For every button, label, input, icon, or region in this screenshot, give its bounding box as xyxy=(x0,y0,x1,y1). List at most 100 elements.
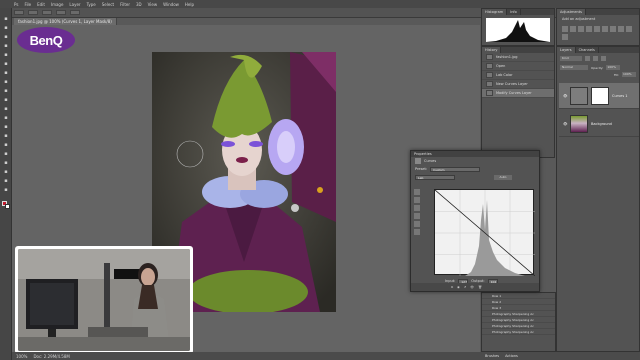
move-tool-icon[interactable]: ▪ xyxy=(3,16,9,22)
layer-row-background[interactable]: 👁 Background xyxy=(559,111,639,137)
hand-tool-icon[interactable]: ▪ xyxy=(3,178,9,184)
preset-dropdown[interactable]: Custom xyxy=(430,166,481,172)
layer-name[interactable]: Background xyxy=(591,122,612,126)
clone-stamp-tool-icon[interactable]: ▪ xyxy=(3,88,9,94)
history-brush-tool-icon[interactable]: ▪ xyxy=(3,97,9,103)
history-item[interactable]: Open xyxy=(482,62,554,71)
reset-icon[interactable]: ↺ xyxy=(464,285,467,289)
vibrance-icon[interactable] xyxy=(594,26,600,32)
clip-to-layer-icon[interactable]: ⧉ xyxy=(451,285,453,289)
pen-tool-icon[interactable]: ▪ xyxy=(3,142,9,148)
opacity-field[interactable] xyxy=(56,10,66,15)
menu-item-window[interactable]: Window xyxy=(163,2,179,7)
brush-size-picker[interactable] xyxy=(28,10,38,15)
lasso-tool-icon[interactable]: ▪ xyxy=(3,34,9,40)
history-item-selected[interactable]: Modify Curves Layer xyxy=(482,89,554,98)
action-row[interactable]: Photography Sharpening Ac xyxy=(482,329,555,335)
history-item[interactable]: Lab Color xyxy=(482,71,554,80)
type-tool-icon[interactable]: ▪ xyxy=(3,151,9,157)
brightness-icon[interactable] xyxy=(562,26,568,32)
gradient-tool-icon[interactable]: ▪ xyxy=(3,115,9,121)
quick-select-tool-icon[interactable]: ▪ xyxy=(3,43,9,49)
mode-dropdown[interactable] xyxy=(42,10,52,15)
menu-item-layer[interactable]: Layer xyxy=(69,2,80,7)
layer-name[interactable]: Curves 1 xyxy=(612,94,628,98)
tab-histogram[interactable]: Histogram xyxy=(482,9,508,15)
curve-point-icon[interactable] xyxy=(414,221,420,227)
channel-dropdown[interactable]: Lab xyxy=(415,174,455,180)
layer-row-curves[interactable]: 👁 Curves 1 xyxy=(559,83,639,109)
tab-channels[interactable]: Channels xyxy=(575,47,599,53)
target-adjust-icon[interactable] xyxy=(414,189,420,195)
dodge-tool-icon[interactable]: ▪ xyxy=(3,133,9,139)
menu-item-ps[interactable]: Ps xyxy=(14,2,18,7)
fill-row: Fill: 100% xyxy=(557,71,639,78)
filter-pixel-icon[interactable] xyxy=(585,56,590,61)
crop-tool-icon[interactable]: ▪ xyxy=(3,52,9,58)
blend-mode-dropdown[interactable]: Normal xyxy=(560,65,588,70)
view-previous-icon[interactable]: ◉ xyxy=(457,285,460,289)
pencil-icon[interactable] xyxy=(414,229,420,235)
tab-info[interactable]: Info xyxy=(507,9,521,15)
flow-field[interactable] xyxy=(70,10,80,15)
menu-item-help[interactable]: Help xyxy=(185,2,194,7)
tab-history[interactable]: History xyxy=(482,47,502,53)
menu-item-edit[interactable]: Edit xyxy=(37,2,45,7)
document-tab[interactable]: fashion1.jpg @ 100% (Curves 1, Layer Mas… xyxy=(14,18,117,25)
layer-mask-thumb[interactable] xyxy=(591,86,609,105)
menu-item-3d[interactable]: 3D xyxy=(136,2,142,7)
curves-icon[interactable] xyxy=(578,26,584,32)
fill-field[interactable]: 100% xyxy=(622,72,636,77)
filter-adjust-icon[interactable] xyxy=(593,56,598,61)
tab-adjustments[interactable]: Adjustments xyxy=(557,9,586,15)
menu-item-filter[interactable]: Filter xyxy=(120,2,130,7)
filter-type-icon[interactable] xyxy=(601,56,606,61)
kind-filter-dropdown[interactable]: Kind xyxy=(560,56,582,61)
menu-item-file[interactable]: File xyxy=(24,2,31,7)
eyedropper-gray-icon[interactable] xyxy=(414,205,420,211)
history-panel: History fashion1.jpg Open Lab Color New … xyxy=(481,46,555,158)
history-item[interactable]: fashion1.jpg xyxy=(482,53,554,62)
visibility-eye-icon[interactable]: 👁 xyxy=(563,94,567,98)
blur-tool-icon[interactable]: ▪ xyxy=(3,124,9,130)
eyedropper-black-icon[interactable] xyxy=(414,197,420,203)
eyedropper-white-icon[interactable] xyxy=(414,213,420,219)
menu-item-view[interactable]: View xyxy=(148,2,158,7)
menu-item-select[interactable]: Select xyxy=(102,2,114,7)
exposure-icon[interactable] xyxy=(586,26,592,32)
delete-icon[interactable]: 🗑 xyxy=(478,285,482,289)
tab-layers[interactable]: Layers xyxy=(557,47,576,53)
healing-tool-icon[interactable]: ▪ xyxy=(3,70,9,76)
eraser-tool-icon[interactable]: ▪ xyxy=(3,106,9,112)
color-balance-icon[interactable] xyxy=(610,26,616,32)
menu-item-type[interactable]: Type xyxy=(87,2,96,7)
path-select-tool-icon[interactable]: ▪ xyxy=(3,160,9,166)
zoom-level[interactable]: 100% xyxy=(16,354,27,359)
tab-brushes[interactable]: Brushes xyxy=(485,354,499,358)
visibility-icon[interactable]: 👁 xyxy=(470,285,474,289)
background-color-swatch[interactable] xyxy=(5,204,10,209)
adjustments-panel: Adjustments Add an adjustment xyxy=(556,8,640,46)
status-bar: 100% Doc: 2.29M/4.58M xyxy=(12,352,482,360)
photo-filter-icon[interactable] xyxy=(626,26,632,32)
tools-panel: ▪ ▪ ▪ ▪ ▪ ▪ ▪ ▪ ▪ ▪ ▪ ▪ ▪ ▪ ▪ ▪ ▪ ▪ ▪ ▪ xyxy=(0,8,12,360)
history-item[interactable]: New Curves Layer xyxy=(482,80,554,89)
shape-tool-icon[interactable]: ▪ xyxy=(3,169,9,175)
visibility-eye-icon[interactable]: 👁 xyxy=(563,122,567,126)
black-white-icon[interactable] xyxy=(618,26,624,32)
tool-preset-picker[interactable] xyxy=(14,10,24,15)
menu-item-image[interactable]: Image xyxy=(51,2,64,7)
adjustment-icons xyxy=(557,23,639,43)
adjustments-subtitle: Add an adjustment xyxy=(562,17,596,21)
eyedropper-tool-icon[interactable]: ▪ xyxy=(3,61,9,67)
hue-saturation-icon[interactable] xyxy=(602,26,608,32)
curve-graph[interactable] xyxy=(434,189,536,277)
tab-actions[interactable]: Actions xyxy=(505,354,518,358)
opacity-field[interactable]: 100% xyxy=(606,65,621,70)
auto-button[interactable]: Auto xyxy=(494,174,512,180)
brush-tool-icon[interactable]: ▪ xyxy=(3,79,9,85)
zoom-tool-icon[interactable]: ▪ xyxy=(3,187,9,193)
marquee-tool-icon[interactable]: ▪ xyxy=(3,25,9,31)
channel-mixer-icon[interactable] xyxy=(562,34,568,40)
levels-icon[interactable] xyxy=(570,26,576,32)
